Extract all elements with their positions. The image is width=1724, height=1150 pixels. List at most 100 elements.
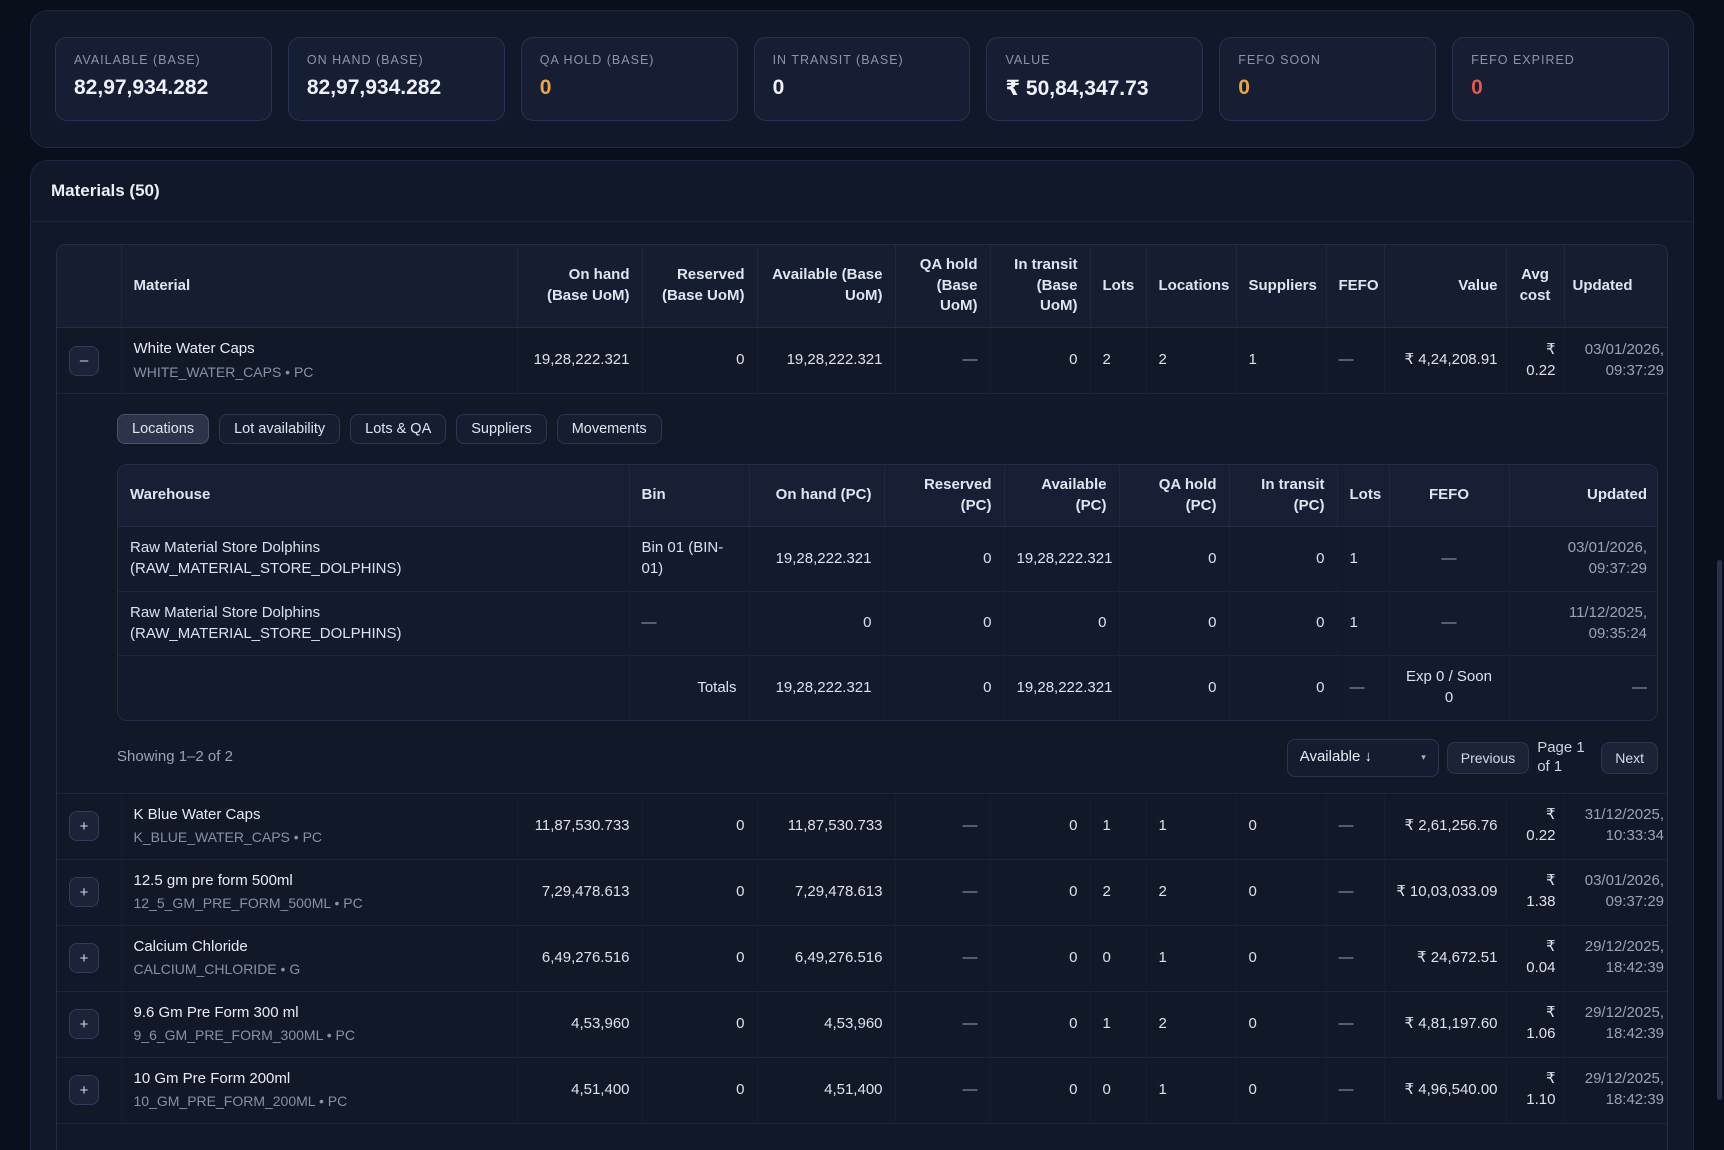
cell-in-transit: 0 [990,925,1090,991]
kpi-card-qa-hold-base: QA HOLD (BASE)0 [521,37,738,121]
cell-qa-hold: — [895,859,990,925]
cell-locations: 2 [1146,328,1236,394]
tab-movements[interactable]: Movements [557,414,662,444]
cell-fefo: — [1326,1057,1384,1123]
table-row: +12.5 gm pre form 500ml12_5_GM_PRE_FORM_… [57,859,1668,925]
material-detail-panel: Locations Lot availability Lots & QA Suppli… [117,414,1658,777]
cell-locations: 1 [1146,925,1236,991]
cell-on-hand: 7,29,478.613 [517,859,642,925]
column-header-on-hand-pc: On hand (PC) [749,465,884,527]
cell-qa-hold: — [895,793,990,859]
expand-row-button[interactable]: + [69,811,99,841]
detail-tabs: Locations Lot availability Lots & QA Suppli… [117,414,1658,444]
materials-table: MaterialOn hand (Base UoM)Reserved (Base… [57,245,1668,1150]
location-row: Raw Material Store Dolphins(RAW_MATERIAL… [118,527,1658,591]
column-header-available-pc: Available (PC) [1004,465,1119,527]
cell-reserved: 0 [642,991,757,1057]
kpi-value: 0 [540,76,719,100]
cell-on-hand: 6,49,276.516 [517,925,642,991]
cell-in-transit: 0 [990,1057,1090,1123]
cell-suppliers: 1 [1236,328,1326,394]
cell-on-hand: 0 [749,591,884,655]
cell-suppliers: 0 [1236,925,1326,991]
materials-table-head: MaterialOn hand (Base UoM)Reserved (Base… [57,245,1668,328]
cell-locations: 1 [1146,1057,1236,1123]
locations-table: WarehouseBinOn hand (PC)Reserved (PC)Ava… [118,465,1658,720]
cell-updated: 31/12/2025, 10:33:34 [1564,793,1668,859]
page-indicator: Page 1 of 1 [1537,739,1593,777]
column-header-locations: Locations [1146,245,1236,328]
dropdown-caret-icon: ▾ [1421,751,1426,763]
expand-row-button[interactable]: + [69,1009,99,1039]
cell-avg-cost: ₹ 0.04 [1506,925,1564,991]
cell-updated: 29/12/2025, 18:42:39 [1564,925,1668,991]
cell-lots: 2 [1090,328,1146,394]
expand-row-button[interactable]: + [69,877,99,907]
cell-locations: 1 [1146,793,1236,859]
column-header-on-hand-base-uom: On hand (Base UoM) [517,245,642,328]
cell-locations: 2 [1146,991,1236,1057]
next-button[interactable]: Next [1601,742,1658,774]
cell-fefo: — [1326,328,1384,394]
column-header-material: Material [121,245,517,328]
cell-available: 19,28,222.321 [757,328,895,394]
cell-expand: + [57,925,121,991]
collapse-row-button[interactable]: – [69,346,99,376]
tab-locations[interactable]: Locations [117,414,209,444]
cell-avg-cost: ₹ 0.22 [1506,793,1564,859]
expand-row-button[interactable]: + [69,943,99,973]
column-header-reserved-base-uom: Reserved (Base UoM) [642,245,757,328]
cell-warehouse: Raw Material Store Dolphins(RAW_MATERIAL… [118,527,629,591]
tab-suppliers[interactable]: Suppliers [456,414,546,444]
sort-select[interactable]: Available ↓ ▾ [1287,739,1439,777]
cell-in-transit: 0 [1229,591,1337,655]
table-row: +9.6 Gm Pre Form 300 ml9_6_GM_PRE_FORM_3… [57,991,1668,1057]
tab-lot-availability[interactable]: Lot availability [219,414,340,444]
cell-available: 6,49,276.516 [757,925,895,991]
cell-locations: 2 [1146,859,1236,925]
material-name: White Water Caps [134,339,505,360]
cell-lots: 0 [1090,1057,1146,1123]
sort-label: Available [1300,748,1361,765]
kpi-label: FEFO EXPIRED [1471,53,1650,67]
cell-qa-hold: 0 [1119,591,1229,655]
kpi-value: 82,97,934.282 [74,76,253,100]
kpi-card-in-transit-base: IN TRANSIT (BASE)0 [754,37,971,121]
kpi-card-available-base: AVAILABLE (BASE)82,97,934.282 [55,37,272,121]
totals-qa-hold: 0 [1119,656,1229,720]
cell-value: ₹ 4,81,197.60 [1384,991,1506,1057]
kpi-value: 82,97,934.282 [307,76,486,100]
tab-lots-qa[interactable]: Lots & QA [350,414,446,444]
cell-reserved: 0 [642,859,757,925]
kpi-card-value: VALUE₹ 50,84,347.73 [986,37,1203,121]
totals-reserved: 0 [884,656,1004,720]
cell-lots: 1 [1337,527,1389,591]
cell-bin: — [629,591,749,655]
expand-row-button[interactable]: + [69,1075,99,1105]
column-header-fefo: FEFO [1389,465,1509,527]
cell-lots: 2 [1090,859,1146,925]
cell-value: ₹ 4,24,208.91 [1384,328,1506,394]
cell-value: ₹ 24,672.51 [1384,925,1506,991]
vertical-scrollbar[interactable] [1717,560,1722,1100]
cell-material: Calcium ChlorideCALCIUM_CHLORIDE • G [121,925,517,991]
totals-label: Totals [629,656,749,720]
material-name: Calcium Chloride [134,937,505,958]
kpi-label: IN TRANSIT (BASE) [773,53,952,67]
previous-button[interactable]: Previous [1447,742,1529,774]
totals-row: Totals19,28,222.321019,28,222.32100—Exp … [118,656,1658,720]
cell-reserved: 0 [642,328,757,394]
cell-suppliers: 0 [1236,859,1326,925]
cell-reserved: 0 [884,527,1004,591]
cell-expand: + [57,1057,121,1123]
kpi-value: 0 [1238,76,1417,100]
cell-qa-hold: — [895,1057,990,1123]
totals-fefo: Exp 0 / Soon 0 [1389,656,1509,720]
column-header-fefo: FEFO [1326,245,1384,328]
warehouse-name: Raw Material Store Dolphins [130,603,617,624]
cell-in-transit: 0 [990,991,1090,1057]
locations-table-head: WarehouseBinOn hand (PC)Reserved (PC)Ava… [118,465,1658,527]
material-code: K_BLUE_WATER_CAPS • PC [134,828,505,847]
cell-available: 19,28,222.321 [1004,527,1119,591]
column-header-warehouse: Warehouse [118,465,629,527]
